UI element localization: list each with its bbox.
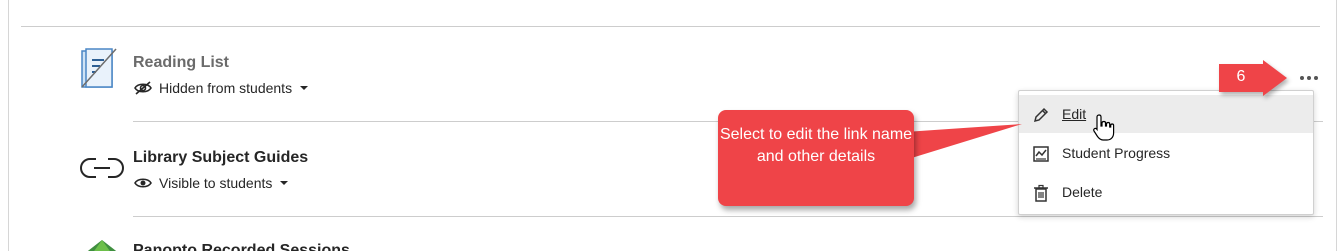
visibility-dropdown[interactable]: Visible to students	[133, 175, 289, 191]
menu-item-label: Delete	[1062, 184, 1103, 200]
menu-item-student-progress[interactable]: Student Progress	[1019, 134, 1313, 172]
visibility-label: Hidden from students	[159, 80, 293, 96]
item-title[interactable]: Panopto Recorded Sessions	[133, 242, 350, 251]
top-divider	[21, 26, 1320, 27]
visibility-dropdown[interactable]: Hidden from students	[133, 80, 309, 96]
eye-slash-icon	[134, 81, 152, 95]
item-title[interactable]: Library Subject Guides	[133, 149, 308, 167]
step-number: 6	[1236, 68, 1246, 85]
caret-down-icon	[280, 181, 289, 185]
pencil-icon	[1033, 107, 1049, 123]
caret-down-icon	[300, 86, 309, 90]
panel-left-border	[8, 0, 9, 251]
trash-icon	[1034, 184, 1048, 202]
content-panel: Reading List Hidden from students Librar…	[0, 0, 1343, 251]
panel-right-border	[1336, 0, 1337, 251]
reading-list-icon	[81, 48, 117, 88]
callout-text: Select to edit the link name and other d…	[719, 126, 913, 165]
more-options-button[interactable]	[1298, 71, 1320, 85]
menu-item-delete[interactable]: Delete	[1019, 173, 1313, 211]
row-divider	[133, 216, 1323, 217]
menu-item-label: Student Progress	[1062, 145, 1171, 161]
item-title[interactable]: Reading List	[133, 54, 229, 72]
menu-item-label: Edit	[1062, 106, 1087, 122]
hand-cursor-icon	[1093, 114, 1115, 141]
panopto-icon	[87, 240, 117, 251]
annotation-callout: Select to edit the link name and other d…	[718, 110, 914, 206]
item-context-menu: Edit Student Progress Delete	[1018, 90, 1314, 215]
link-icon	[80, 158, 124, 178]
eye-icon	[134, 178, 152, 188]
student-progress-icon	[1033, 146, 1049, 162]
visibility-label: Visible to students	[159, 175, 273, 191]
menu-item-edit[interactable]: Edit	[1019, 95, 1313, 133]
